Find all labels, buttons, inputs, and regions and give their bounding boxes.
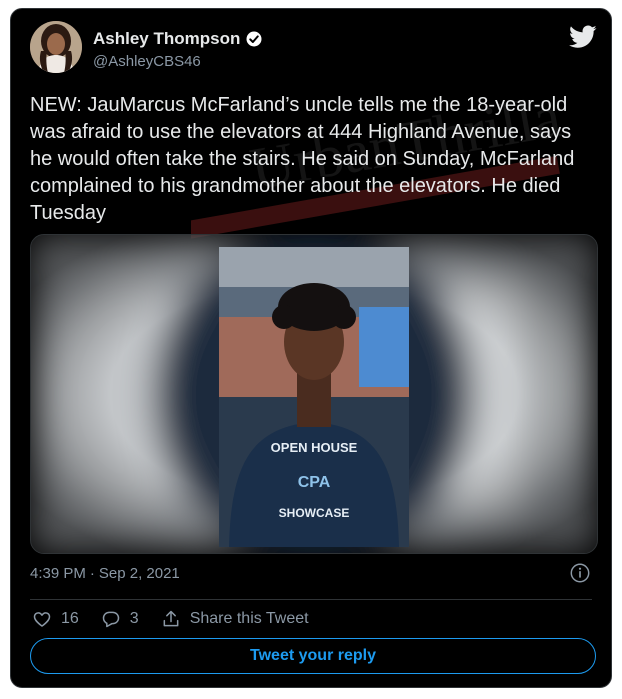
info-icon[interactable] xyxy=(569,562,591,584)
svg-text:SHOWCASE: SHOWCASE xyxy=(279,506,350,520)
author-name-row: Ashley Thompson xyxy=(93,29,263,49)
twitter-bird-icon[interactable] xyxy=(569,25,597,49)
share-button[interactable]: Share this Tweet xyxy=(161,609,309,629)
reply-action-button[interactable]: 3 xyxy=(101,609,139,629)
divider xyxy=(30,599,592,600)
svg-text:OPEN HOUSE: OPEN HOUSE xyxy=(271,440,358,455)
svg-text:CPA: CPA xyxy=(298,474,331,491)
center-photo: OPEN HOUSE CPA SHOWCASE xyxy=(219,247,409,547)
tweet-text: NEW: JauMarcus McFarland’s uncle tells m… xyxy=(30,94,575,224)
verified-badge-icon xyxy=(246,31,262,47)
reply-bubble-icon xyxy=(102,611,120,628)
tweet-actions: 16 3 Share this Tweet xyxy=(32,609,331,629)
tweet-card: Ashley Thompson @AshleyCBS46 UrbanThrill… xyxy=(10,8,612,688)
author-name[interactable]: Ashley Thompson xyxy=(93,29,240,49)
share-label: Share this Tweet xyxy=(189,610,309,627)
reply-button-label: Tweet your reply xyxy=(250,647,376,664)
author-handle[interactable]: @AshleyCBS46 xyxy=(93,53,201,70)
timestamp[interactable]: 4:39 PM · Sep 2, 2021 xyxy=(30,565,180,582)
like-button[interactable]: 16 xyxy=(32,609,79,629)
time-separator: · xyxy=(89,565,95,582)
tweet-your-reply-button[interactable]: Tweet your reply xyxy=(30,638,596,674)
share-icon xyxy=(163,610,179,627)
like-count: 16 xyxy=(61,610,79,627)
tweet-photo[interactable]: OPEN HOUSE CPA SHOWCASE xyxy=(30,234,598,554)
tweet-time: 4:39 PM xyxy=(30,565,86,582)
tweet-date: Sep 2, 2021 xyxy=(98,565,180,582)
avatar[interactable] xyxy=(30,21,82,73)
heart-icon xyxy=(33,612,51,627)
reply-count: 3 xyxy=(129,610,139,627)
